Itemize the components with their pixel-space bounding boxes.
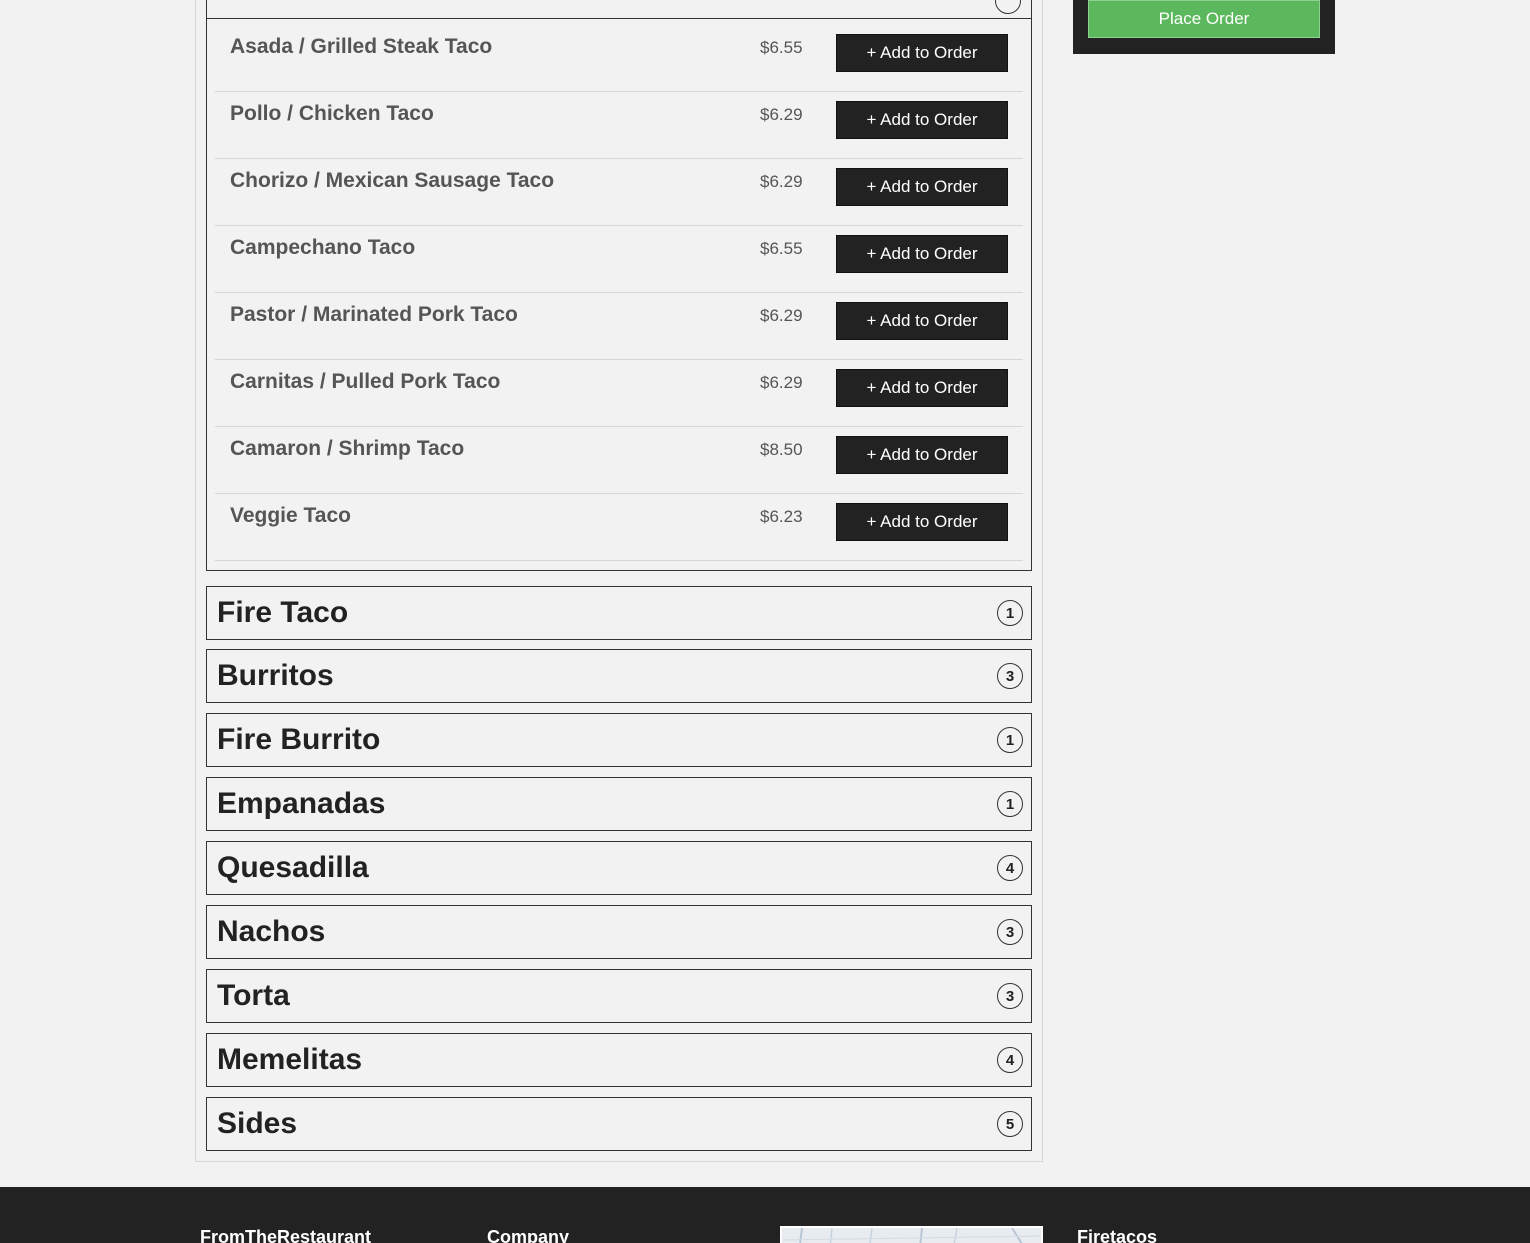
category-memelitas[interactable]: Memelitas 4 [206,1033,1032,1087]
footer-heading-firetacos: Firetacos [1077,1227,1158,1243]
item-price: $6.55 [760,38,803,57]
item-price: $6.23 [760,507,803,526]
item-price: $6.29 [760,306,803,325]
menu-item-row: Campechano Taco $6.55 + Add to Order [215,226,1023,293]
add-to-order-button[interactable]: + Add to Order [836,34,1008,72]
category-title: Fire Taco [217,596,349,629]
item-price: $8.50 [760,440,803,459]
category-count-badge: 3 [997,663,1023,689]
item-name: Campechano Taco [230,236,416,259]
category-count-badge: 5 [997,1111,1023,1137]
item-price: $6.29 [760,373,803,392]
category-count-badge: 3 [997,919,1023,945]
item-price: $6.29 [760,172,803,191]
menu-item-row: Chorizo / Mexican Sausage Taco $6.29 + A… [215,159,1023,226]
item-name: Chorizo / Mexican Sausage Taco [230,169,555,192]
category-title: Torta [217,979,290,1012]
category-count-badge: 4 [997,855,1023,881]
category-sides[interactable]: Sides 5 [206,1097,1032,1151]
add-to-order-button[interactable]: + Add to Order [836,369,1008,407]
category-torta[interactable]: Torta 3 [206,969,1032,1023]
category-count-badge [995,0,1021,14]
category-empanadas[interactable]: Empanadas 1 [206,777,1032,831]
menu-item-row: Veggie Taco $6.23 + Add to Order [215,494,1023,561]
footer: FromTheRestaurant Company Firetacos [0,1187,1530,1243]
category-title: Memelitas [217,1043,363,1076]
category-count-badge: 1 [997,727,1023,753]
place-order-button[interactable]: Place Order [1088,0,1320,38]
item-name: Asada / Grilled Steak Taco [230,35,493,58]
map-roads [782,1228,1041,1243]
category-title: Burritos [217,659,334,692]
add-to-order-button[interactable]: + Add to Order [836,168,1008,206]
footer-heading-restaurant: FromTheRestaurant [200,1227,372,1243]
item-name: Camaron / Shrimp Taco [230,437,465,460]
menu-item-row: Camaron / Shrimp Taco $8.50 + Add to Ord… [215,427,1023,494]
item-price: $6.29 [760,105,803,124]
menu-item-row: Pastor / Marinated Pork Taco $6.29 + Add… [215,293,1023,360]
category-title: Nachos [217,915,326,948]
category-count-badge: 3 [997,983,1023,1009]
item-name: Pollo / Chicken Taco [230,102,434,125]
category-header-divider [207,18,1031,19]
item-price: $6.55 [760,239,803,258]
item-name: Veggie Taco [230,504,351,527]
category-count-badge: 1 [997,600,1023,626]
category-title: Fire Burrito [217,723,381,756]
category-count-badge: 4 [997,1047,1023,1073]
add-to-order-button[interactable]: + Add to Order [836,235,1008,273]
footer-map[interactable] [780,1226,1043,1243]
category-title: Sides [217,1107,298,1140]
add-to-order-button[interactable]: + Add to Order [836,503,1008,541]
add-to-order-button[interactable]: + Add to Order [836,302,1008,340]
menu-item-row: Carnitas / Pulled Pork Taco $6.29 + Add … [215,360,1023,427]
category-count-badge: 1 [997,791,1023,817]
category-burritos[interactable]: Burritos 3 [206,649,1032,703]
category-title: Empanadas [217,787,386,820]
item-name: Carnitas / Pulled Pork Taco [230,370,501,393]
category-nachos[interactable]: Nachos 3 [206,905,1032,959]
menu-item-row: Asada / Grilled Steak Taco $6.55 + Add t… [215,25,1023,92]
category-fire-burrito[interactable]: Fire Burrito 1 [206,713,1032,767]
menu-item-row: Pollo / Chicken Taco $6.29 + Add to Orde… [215,92,1023,159]
item-name: Pastor / Marinated Pork Taco [230,303,518,326]
add-to-order-button[interactable]: + Add to Order [836,436,1008,474]
category-quesadilla[interactable]: Quesadilla 4 [206,841,1032,895]
category-title: Quesadilla [217,851,369,884]
footer-heading-company: Company [487,1227,570,1243]
add-to-order-button[interactable]: + Add to Order [836,101,1008,139]
category-fire-taco[interactable]: Fire Taco 1 [206,586,1032,640]
order-sidebar: Place Order [1073,0,1335,54]
